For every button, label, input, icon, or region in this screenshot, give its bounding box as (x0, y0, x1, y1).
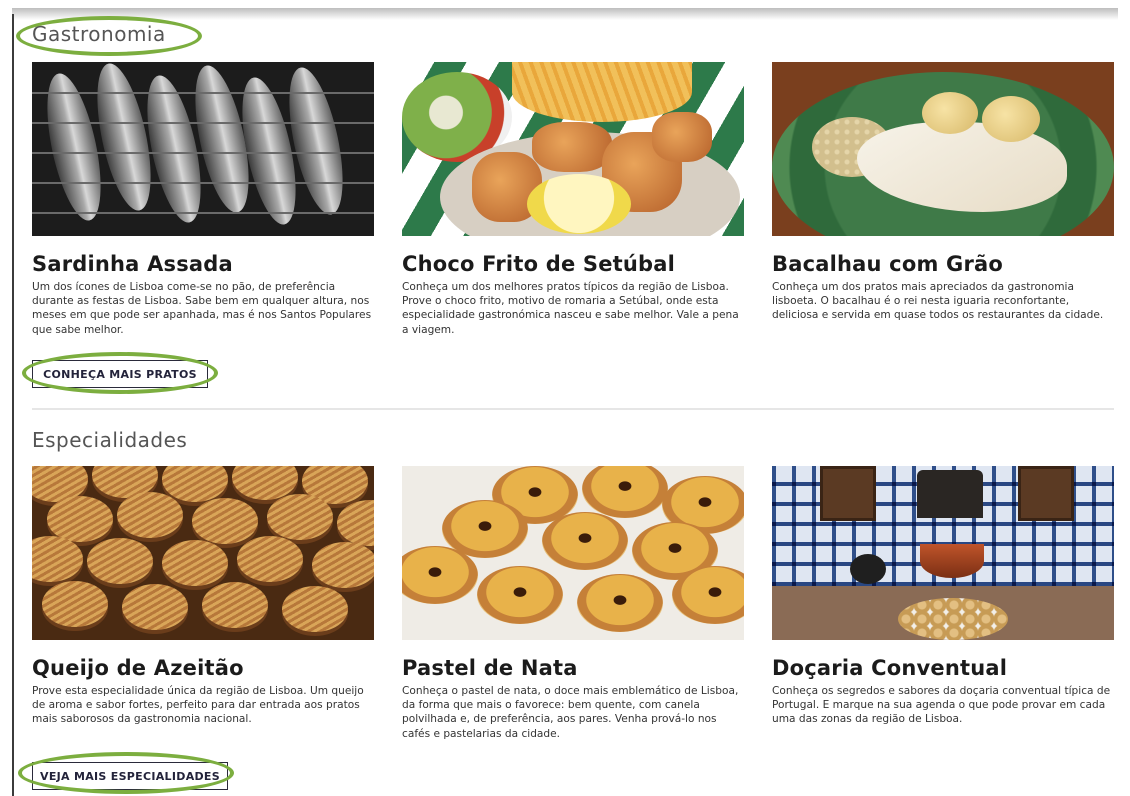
card-bacalhau-com-grao[interactable]: Bacalhau com Grão Conheça um dos pratos … (772, 62, 1114, 323)
card-title[interactable]: Choco Frito de Setúbal (402, 252, 744, 276)
queijo-photo[interactable] (32, 466, 374, 640)
highlight-oval-pratos-button (22, 352, 218, 394)
card-description: Conheça o pastel de nata, o doce mais em… (402, 685, 739, 740)
card-choco-frito[interactable]: Choco Frito de Setúbal Conheça um dos me… (402, 62, 744, 337)
card-docaria-conventual[interactable]: Doçaria Conventual Conheça os segredos e… (772, 466, 1114, 727)
choco-frito-photo[interactable] (402, 62, 744, 236)
highlight-oval-gastronomia (16, 16, 202, 56)
docaria-conventual-photo[interactable] (772, 466, 1114, 640)
card-title[interactable]: Sardinha Assada (32, 252, 374, 276)
page: Gastronomia Sardinha Assada Um dos ícone… (0, 0, 1130, 796)
card-title[interactable]: Bacalhau com Grão (772, 252, 1114, 276)
bacalhau-photo[interactable] (772, 62, 1114, 236)
left-border (12, 14, 14, 796)
card-queijo-de-azeitao[interactable]: Queijo de Azeitão Prove esta especialida… (32, 466, 374, 727)
highlight-oval-especialidades-button (18, 752, 234, 794)
pastel-de-nata-photo[interactable] (402, 466, 744, 640)
card-description: Conheça os segredos e sabores da doçaria… (772, 685, 1111, 726)
section-title-especialidades: Especialidades (32, 428, 188, 452)
section-divider (32, 408, 1114, 410)
card-sardinha-assada[interactable]: Sardinha Assada Um dos ícones de Lisboa … (32, 62, 374, 337)
top-shadow (12, 8, 1118, 20)
card-description: Conheça um dos melhores pratos típicos d… (402, 281, 739, 336)
card-title[interactable]: Queijo de Azeitão (32, 656, 374, 680)
card-description: Conheça um dos pratos mais apreciados da… (772, 281, 1104, 322)
card-pastel-de-nata[interactable]: Pastel de Nata Conheça o pastel de nata,… (402, 466, 744, 741)
card-description: Prove esta especialidade única da região… (32, 685, 364, 726)
card-description: Um dos ícones de Lisboa come-se no pão, … (32, 281, 372, 336)
sardinha-photo[interactable] (32, 62, 374, 236)
card-title[interactable]: Doçaria Conventual (772, 656, 1114, 680)
card-title[interactable]: Pastel de Nata (402, 656, 744, 680)
